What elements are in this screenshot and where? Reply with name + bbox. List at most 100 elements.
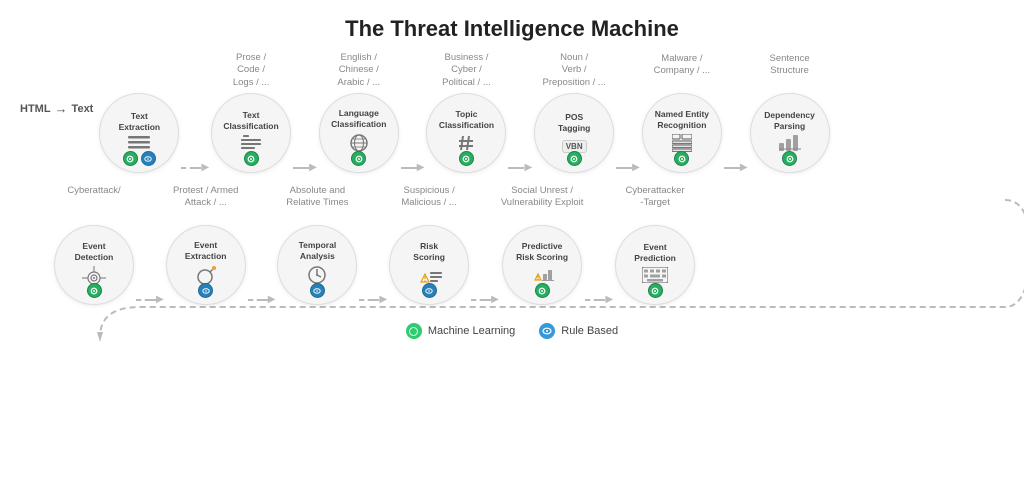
node-label-text-classification: TextClassification	[223, 110, 278, 131]
col-event-extraction: Protest / ArmedAttack / ... EventExtract…	[166, 185, 246, 305]
col-label-pos-tagging: Noun /Verb /Preposition / ...	[542, 52, 605, 89]
arrow-5-6: ▶	[614, 162, 642, 173]
legend-rb-icon	[539, 323, 555, 339]
arrow-3-4: ▶	[399, 162, 427, 173]
badge-ml-event-detection	[87, 283, 102, 298]
col-text-classification: Prose /Code /Logs / ... TextClassificati…	[211, 52, 291, 173]
node-event-detection[interactable]: EventDetection	[54, 225, 134, 305]
col-predictive-risk: Social Unrest /Vulnerability Exploit Pre…	[501, 185, 584, 305]
node-label-event-prediction: EventPrediction	[634, 242, 676, 263]
html-to-text: HTML → Text	[20, 101, 93, 116]
node-badges-temporal-analysis	[310, 283, 325, 298]
col-label-predictive-risk: Social Unrest /Vulnerability Exploit	[501, 185, 584, 221]
arrow-6-7: ▶	[722, 162, 750, 173]
node-label-risk-scoring: RiskScoring	[413, 241, 445, 262]
node-text-extraction[interactable]: TextExtraction	[99, 93, 179, 173]
arrow-2-3: ▶	[291, 162, 319, 173]
node-label-pos-tagging: POSTagging	[558, 112, 590, 133]
node-label-language-classification: LanguageClassification	[331, 108, 386, 129]
col-label-language-classification: English /Chinese /Arabic / ...	[337, 52, 380, 89]
node-topic-classification[interactable]: TopicClassification	[426, 93, 506, 173]
col-dependency-parsing: SentenceStructure DependencyParsing	[750, 53, 830, 173]
col-named-entity: Malware /Company / ... Named EntityRecog…	[642, 53, 722, 173]
node-badges-text-extraction	[123, 151, 156, 166]
node-event-extraction[interactable]: EventExtraction	[166, 225, 246, 305]
node-badges-dependency-parsing	[782, 151, 797, 166]
node-badges-predictive-risk	[535, 283, 550, 298]
node-badges-language-classification	[351, 151, 366, 166]
node-badges-topic-classification	[459, 151, 474, 166]
node-label-predictive-risk: PredictiveRisk Scoring	[516, 241, 568, 262]
badge-rb-risk-scoring	[422, 283, 437, 298]
legend-ml-icon	[406, 323, 422, 339]
col-pos-tagging: Noun /Verb /Preposition / ... POSTagging…	[534, 52, 614, 173]
arrow-r2-3-4: ▶	[357, 294, 389, 305]
badge-rb-event-extraction	[198, 283, 213, 298]
legend-rb-label: Rule Based	[561, 325, 618, 337]
html-label: HTML	[20, 103, 51, 115]
badge-ml-named-entity	[674, 151, 689, 166]
badge-ml-dependency-parsing	[782, 151, 797, 166]
node-badges-pos-tagging	[567, 151, 582, 166]
node-label-temporal-analysis: TemporalAnalysis	[299, 240, 337, 261]
col-language-classification: English /Chinese /Arabic / ... LanguageC…	[319, 52, 399, 173]
node-temporal-analysis[interactable]: TemporalAnalysis	[277, 225, 357, 305]
row2: Cyberattack/ EventDetection	[20, 185, 1004, 313]
arrow-symbol: →	[55, 101, 68, 116]
node-pos-tagging[interactable]: POSTagging VBN	[534, 93, 614, 173]
badge-rb-temporal-analysis	[310, 283, 325, 298]
col-label-risk-scoring: Suspicious /Malicious / ...	[401, 185, 456, 221]
arrow-r2-4-5: ▶	[469, 294, 501, 305]
text-label: Text	[72, 103, 94, 115]
badge-ml-predictive-risk	[535, 283, 550, 298]
badge-rb-text-extraction	[141, 151, 156, 166]
badge-ml-text-extraction	[123, 151, 138, 166]
badge-ml-language-classification	[351, 151, 366, 166]
node-event-prediction[interactable]: EventPrediction	[615, 225, 695, 305]
node-badges-named-entity	[674, 151, 689, 166]
col-label-temporal-analysis: Absolute andRelative Times	[286, 185, 348, 221]
arrow-r2-1-2: ▶	[134, 294, 166, 305]
node-label-text-extraction: TextExtraction	[119, 111, 161, 132]
col-event-prediction: Cyberattacker-Target EventPrediction	[615, 185, 695, 305]
col-label-dependency-parsing: SentenceStructure	[770, 53, 810, 89]
node-label-topic-classification: TopicClassification	[439, 109, 494, 130]
badge-ml-topic-classification	[459, 151, 474, 166]
arrow-r2-2-3: ▶	[246, 294, 278, 305]
badge-ml-pos-tagging	[567, 151, 582, 166]
col-topic-classification: Business /Cyber /Political / ... TopicCl…	[426, 52, 506, 173]
arrow-1-2: ▶	[179, 162, 211, 173]
arrow-4-5: ▶	[506, 162, 534, 173]
node-badges-event-detection	[87, 283, 102, 298]
node-named-entity[interactable]: Named EntityRecognition	[642, 93, 722, 173]
node-badges-event-prediction	[648, 283, 663, 298]
col-label-event-prediction: Cyberattacker-Target	[626, 185, 685, 221]
col-text-extraction: TextExtraction	[99, 77, 179, 173]
node-language-classification[interactable]: LanguageClassification	[319, 93, 399, 173]
col-event-detection: Cyberattack/ EventDetection	[54, 185, 134, 305]
col-label-text-classification: Prose /Code /Logs / ...	[233, 52, 269, 89]
node-risk-scoring[interactable]: RiskScoring	[389, 225, 469, 305]
legend-ml: Machine Learning	[406, 323, 515, 339]
page-container: The Threat Intelligence Machine HTML → T…	[0, 0, 1024, 502]
icon-vbn: VBN	[562, 137, 587, 152]
node-predictive-risk[interactable]: PredictiveRisk Scoring	[502, 225, 582, 305]
node-badges-text-classification	[244, 151, 259, 166]
legend-rb: Rule Based	[539, 323, 618, 339]
badge-ml-text-classification	[244, 151, 259, 166]
col-temporal-analysis: Absolute andRelative Times TemporalAnaly…	[277, 185, 357, 305]
node-badges-event-extraction	[198, 283, 213, 298]
badge-ml-event-prediction	[648, 283, 663, 298]
col-label-named-entity: Malware /Company / ...	[654, 53, 711, 89]
node-label-dependency-parsing: DependencyParsing	[764, 110, 815, 131]
col-risk-scoring: Suspicious /Malicious / ... RiskScoring	[389, 185, 469, 305]
node-text-classification[interactable]: TextClassification	[211, 93, 291, 173]
row1: HTML → Text TextExtraction	[20, 52, 1004, 181]
legend: Machine Learning Rule Based	[20, 323, 1004, 339]
node-label-event-detection: EventDetection	[75, 241, 114, 262]
node-dependency-parsing[interactable]: DependencyParsing	[750, 93, 830, 173]
node-label-named-entity: Named EntityRecognition	[655, 109, 709, 130]
node-label-event-extraction: EventExtraction	[185, 240, 227, 261]
rows-wrapper: HTML → Text TextExtraction	[20, 52, 1004, 313]
page-title: The Threat Intelligence Machine	[20, 16, 1004, 42]
